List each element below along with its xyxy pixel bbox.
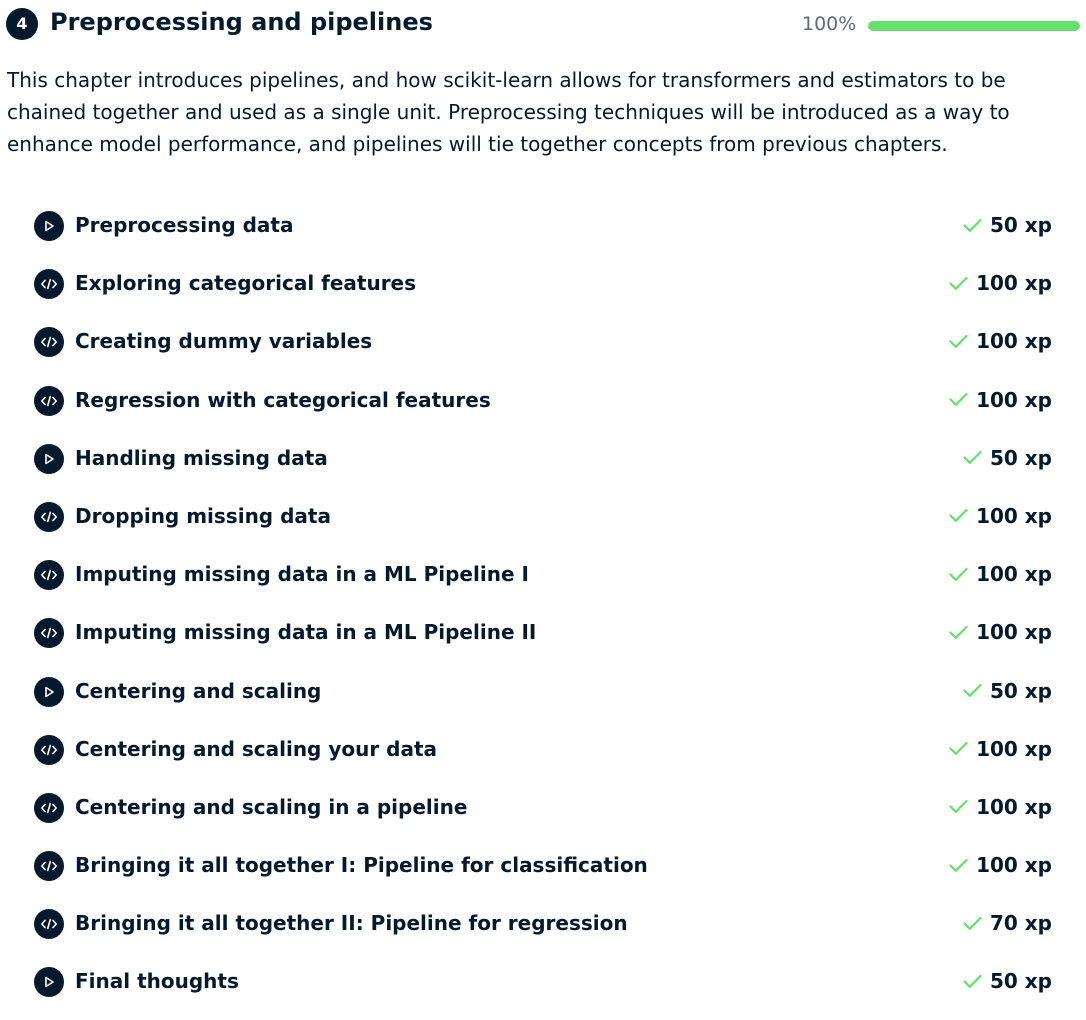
check-icon bbox=[949, 741, 968, 756]
lesson-item[interactable]: Imputing missing data in a ML Pipeline I… bbox=[34, 545, 1052, 603]
lesson-xp-value: 70 xp bbox=[989, 911, 1052, 936]
progress-percent: 100% bbox=[802, 13, 857, 35]
code-icon bbox=[34, 269, 64, 300]
lesson-item[interactable]: Imputing missing data in a ML Pipeline I… bbox=[34, 603, 1052, 661]
lesson-xp: 100 xp bbox=[949, 501, 1052, 531]
lesson-xp: 100 xp bbox=[949, 617, 1052, 647]
lesson-xp-value: 100 xp bbox=[976, 271, 1052, 296]
lesson-xp-value: 50 xp bbox=[989, 969, 1052, 994]
lesson-xp: 100 xp bbox=[949, 559, 1052, 589]
lesson-title[interactable]: Final thoughts bbox=[75, 966, 239, 996]
lesson-item[interactable]: Centering and scaling your data 100 xp bbox=[34, 720, 1052, 778]
lesson-xp-value: 100 xp bbox=[976, 387, 1052, 412]
code-icon bbox=[34, 385, 64, 416]
lesson-xp: 70 xp bbox=[963, 908, 1052, 938]
code-icon bbox=[34, 501, 64, 532]
lesson-title[interactable]: Creating dummy variables bbox=[75, 326, 372, 356]
check-icon bbox=[949, 508, 968, 523]
chapter-header: 4 Preprocessing and pipelines 100% bbox=[6, 0, 1080, 46]
lesson-title[interactable]: Imputing missing data in a ML Pipeline I bbox=[75, 559, 529, 589]
lesson-xp-value: 100 xp bbox=[976, 562, 1052, 587]
progress-bar bbox=[868, 21, 1080, 31]
code-icon bbox=[34, 618, 64, 649]
lesson-item[interactable]: Exploring categorical features 100 xp bbox=[34, 254, 1052, 312]
play-icon bbox=[34, 443, 64, 474]
lesson-xp: 100 xp bbox=[949, 385, 1052, 415]
check-icon bbox=[949, 799, 968, 814]
lesson-xp: 100 xp bbox=[949, 792, 1052, 822]
lesson-title[interactable]: Centering and scaling in a pipeline bbox=[75, 792, 467, 822]
lesson-item[interactable]: Centering and scaling 50 xp bbox=[34, 662, 1052, 720]
lesson-item[interactable]: Final thoughts 50 xp bbox=[34, 952, 1052, 1010]
lesson-xp: 50 xp bbox=[963, 966, 1052, 996]
lesson-xp-value: 100 xp bbox=[976, 503, 1052, 528]
code-icon bbox=[34, 792, 64, 823]
lesson-title[interactable]: Bringing it all together II: Pipeline fo… bbox=[75, 908, 628, 938]
play-icon bbox=[34, 211, 64, 241]
check-icon bbox=[963, 450, 982, 465]
lesson-title[interactable]: Imputing missing data in a ML Pipeline I… bbox=[75, 617, 536, 647]
lesson-xp: 100 xp bbox=[949, 850, 1052, 880]
play-icon bbox=[34, 676, 64, 707]
lesson-xp-value: 50 xp bbox=[989, 445, 1052, 470]
lesson-xp: 50 xp bbox=[963, 210, 1052, 240]
check-icon bbox=[949, 567, 968, 582]
lesson-item[interactable]: Handling missing data 50 xp bbox=[34, 429, 1052, 487]
lesson-item[interactable]: Dropping missing data 100 xp bbox=[34, 487, 1052, 545]
check-icon bbox=[949, 858, 968, 873]
lesson-item[interactable]: Preprocessing data 50 xp bbox=[34, 196, 1052, 254]
play-icon bbox=[34, 967, 64, 998]
lesson-xp-value: 100 xp bbox=[976, 736, 1052, 761]
lesson-item[interactable]: Bringing it all together I: Pipeline for… bbox=[34, 836, 1052, 894]
lesson-title[interactable]: Handling missing data bbox=[75, 443, 328, 473]
check-icon bbox=[949, 334, 968, 349]
code-icon bbox=[34, 327, 64, 358]
chapter-number-badge: 4 bbox=[6, 8, 38, 40]
lesson-title[interactable]: Bringing it all together I: Pipeline for… bbox=[75, 850, 648, 880]
code-icon bbox=[34, 909, 64, 940]
code-icon bbox=[34, 734, 64, 765]
chapter-description: This chapter introduces pipelines, and h… bbox=[7, 68, 1010, 156]
lesson-item[interactable]: Centering and scaling in a pipeline 100 … bbox=[34, 778, 1052, 836]
lesson-item[interactable]: Regression with categorical features 100… bbox=[34, 371, 1052, 429]
check-icon bbox=[949, 276, 968, 291]
lesson-list: Preprocessing data 50 xp Exploring categ… bbox=[34, 196, 1052, 1011]
lesson-title[interactable]: Centering and scaling bbox=[75, 676, 321, 706]
check-icon bbox=[949, 625, 968, 640]
check-icon bbox=[963, 916, 982, 931]
lesson-title[interactable]: Regression with categorical features bbox=[75, 385, 491, 415]
lesson-title[interactable]: Centering and scaling your data bbox=[75, 734, 437, 764]
lesson-xp: 100 xp bbox=[949, 268, 1052, 298]
lesson-item[interactable]: Bringing it all together II: Pipeline fo… bbox=[34, 894, 1052, 952]
lesson-xp-value: 100 xp bbox=[976, 794, 1052, 819]
lesson-xp: 50 xp bbox=[963, 676, 1052, 706]
chapter-title: Preprocessing and pipelines bbox=[50, 8, 433, 36]
lesson-xp: 100 xp bbox=[949, 734, 1052, 764]
lesson-title[interactable]: Exploring categorical features bbox=[75, 268, 416, 298]
check-icon bbox=[963, 974, 982, 989]
check-icon bbox=[963, 683, 982, 698]
lesson-xp-value: 50 xp bbox=[989, 213, 1052, 237]
lesson-title[interactable]: Dropping missing data bbox=[75, 501, 331, 531]
lesson-title[interactable]: Preprocessing data bbox=[75, 210, 293, 240]
lesson-xp: 50 xp bbox=[963, 443, 1052, 473]
check-icon bbox=[963, 218, 982, 233]
lesson-item[interactable]: Creating dummy variables 100 xp bbox=[34, 312, 1052, 370]
lesson-xp-value: 100 xp bbox=[976, 853, 1052, 878]
lesson-xp-value: 50 xp bbox=[989, 678, 1052, 703]
check-icon bbox=[949, 392, 968, 407]
lesson-xp: 100 xp bbox=[949, 326, 1052, 356]
code-icon bbox=[34, 851, 64, 882]
code-icon bbox=[34, 560, 64, 591]
lesson-xp-value: 100 xp bbox=[976, 329, 1052, 354]
lesson-xp-value: 100 xp bbox=[976, 620, 1052, 645]
progress-bar-fill bbox=[868, 21, 1080, 31]
